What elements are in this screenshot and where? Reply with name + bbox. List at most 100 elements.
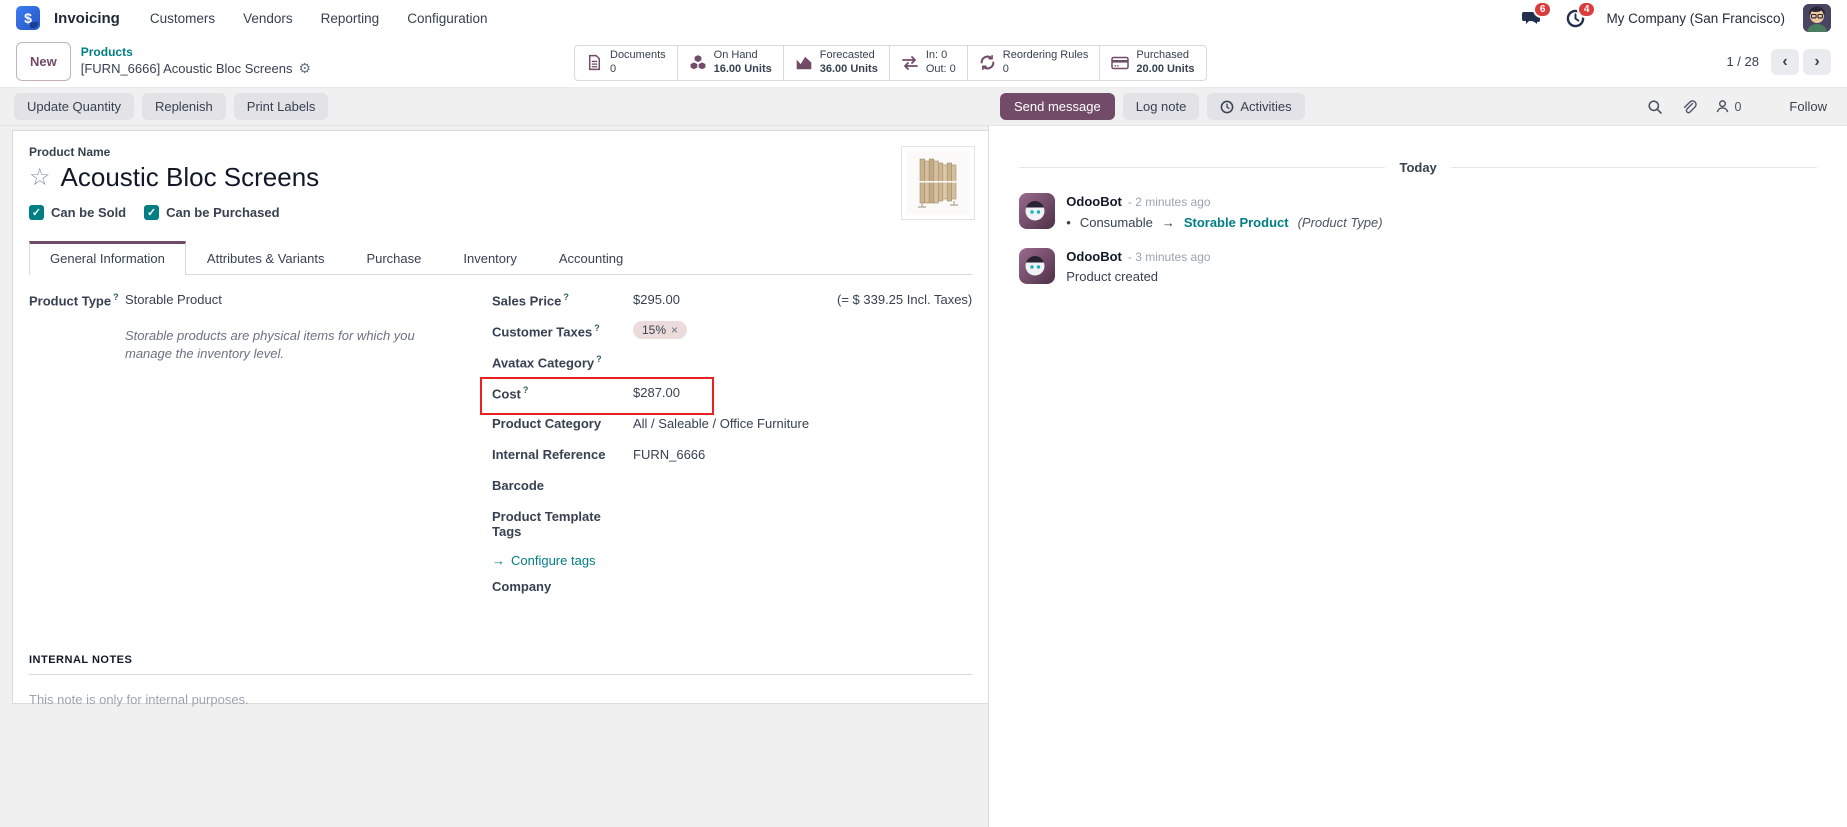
pager-value[interactable]: 1 / 28 [1726, 54, 1759, 69]
message-time: - 3 minutes ago [1128, 250, 1211, 264]
replenish-button[interactable]: Replenish [142, 93, 226, 120]
tracking-change: • Consumable → Storable Product (Product… [1066, 215, 1382, 230]
customer-taxes-label: Customer Taxes? [492, 323, 633, 339]
date-divider-label: Today [1399, 160, 1436, 175]
app-name[interactable]: Invoicing [54, 10, 120, 27]
chevron-left-icon: ‹ [1782, 53, 1787, 71]
tab-accounting[interactable]: Accounting [538, 241, 644, 275]
search-icon[interactable] [1647, 99, 1663, 115]
area-chart-icon [795, 54, 813, 72]
arrow-right-icon: → [492, 553, 505, 568]
favorite-star-icon[interactable]: ☆ [29, 166, 51, 190]
menu-configuration[interactable]: Configuration [395, 5, 499, 32]
sales-price-tax-note: (= $ 339.25 Incl. Taxes) [837, 292, 972, 307]
breadcrumb: Products [FURN_6666] Acoustic Bloc Scree… [81, 45, 311, 78]
message-author[interactable]: OdooBot [1066, 194, 1122, 209]
stat-purchased[interactable]: Purchased 20.00 Units [1099, 45, 1206, 81]
internal-reference-value[interactable]: FURN_6666 [633, 447, 705, 462]
chatter-panel: Today OdooBot - 2 minutes ago [989, 126, 1847, 827]
cubes-icon [689, 54, 707, 72]
chevron-right-icon: › [1814, 53, 1819, 71]
stat-label: On Hand [714, 49, 772, 63]
internal-notes-title: INTERNAL NOTES [29, 654, 972, 666]
stat-value: 16.00 Units [714, 63, 772, 77]
tracking-new-value: Storable Product [1184, 215, 1289, 230]
tax-tag-remove-icon[interactable]: × [671, 323, 678, 337]
message-body: Product created [1066, 269, 1210, 284]
follow-button[interactable]: Follow [1789, 99, 1827, 114]
help-icon: ? [523, 385, 529, 395]
tab-attributes-variants[interactable]: Attributes & Variants [186, 241, 346, 275]
tracking-field-name: (Product Type) [1298, 215, 1383, 230]
company-switcher[interactable]: My Company (San Francisco) [1606, 11, 1785, 26]
tab-inventory[interactable]: Inventory [442, 241, 537, 275]
notebook-tabs: General Information Attributes & Variant… [29, 240, 972, 275]
cost-value[interactable]: $287.00 [633, 385, 680, 400]
stat-forecasted[interactable]: Forecasted 36.00 Units [783, 45, 890, 81]
stat-in-value: In: 0 [926, 49, 956, 63]
activities-button[interactable]: Activities [1207, 93, 1304, 120]
internal-notes-input[interactable]: This note is only for internal purposes. [29, 692, 972, 707]
in-out-arrows-icon [901, 55, 919, 71]
product-type-label: Product Type? [29, 292, 125, 308]
message-time: - 2 minutes ago [1128, 195, 1211, 209]
can-be-sold-checkbox[interactable]: ✓ [29, 205, 44, 220]
breadcrumb-products-link[interactable]: Products [81, 45, 311, 60]
print-labels-button[interactable]: Print Labels [234, 93, 329, 120]
configure-tags-link[interactable]: → Configure tags [492, 553, 596, 568]
tab-purchase[interactable]: Purchase [345, 241, 442, 275]
help-icon: ? [113, 292, 119, 302]
can-be-purchased-checkbox[interactable]: ✓ [144, 205, 159, 220]
tab-general-information[interactable]: General Information [29, 241, 186, 275]
pager-next-button[interactable]: › [1803, 49, 1831, 75]
invoicing-app-icon[interactable]: $ [16, 6, 40, 30]
avatax-category-label: Avatax Category? [492, 354, 633, 370]
product-image[interactable] [901, 146, 975, 220]
stat-reordering-rules[interactable]: Reordering Rules 0 [967, 45, 1101, 81]
stat-in-out[interactable]: In: 0 Out: 0 [889, 45, 968, 81]
log-note-button[interactable]: Log note [1123, 93, 1200, 120]
gear-icon[interactable]: ⚙ [298, 60, 311, 78]
top-navbar: $ Invoicing Customers Vendors Reporting … [0, 0, 1847, 36]
stat-label: Reordering Rules [1003, 49, 1089, 63]
user-avatar[interactable] [1803, 4, 1831, 32]
customer-tax-tag[interactable]: 15% × [633, 321, 687, 339]
menu-customers[interactable]: Customers [138, 5, 227, 32]
help-icon: ? [594, 323, 600, 333]
menu-vendors[interactable]: Vendors [231, 5, 305, 32]
stat-label: Documents [610, 49, 666, 63]
cost-label: Cost? [492, 385, 633, 401]
message-author[interactable]: OdooBot [1066, 249, 1122, 264]
clock-icon [1220, 100, 1234, 114]
product-category-value[interactable]: All / Saleable / Office Furniture [633, 416, 809, 431]
send-message-button[interactable]: Send message [1000, 93, 1115, 120]
product-type-value[interactable]: Storable Product [125, 292, 222, 307]
messages-icon[interactable]: 6 [1518, 7, 1544, 29]
configure-tags-label: Configure tags [511, 553, 596, 568]
help-icon: ? [563, 292, 569, 302]
sales-price-value[interactable]: $295.00 [633, 292, 680, 307]
tax-tag-value: 15% [642, 323, 666, 337]
product-category-label: Product Category [492, 416, 633, 431]
odoobot-avatar [1019, 248, 1055, 284]
update-quantity-button[interactable]: Update Quantity [14, 93, 134, 120]
arrow-right-icon: → [1162, 215, 1175, 230]
stat-button-group: Documents 0 On Hand 16.00 Units Forecast… [574, 45, 1207, 81]
stat-on-hand[interactable]: On Hand 16.00 Units [677, 45, 784, 81]
product-name-input[interactable]: Acoustic Bloc Screens [61, 162, 320, 193]
bullet-icon: • [1066, 215, 1071, 230]
messages-badge: 6 [1533, 1, 1553, 18]
attachment-icon[interactable] [1681, 99, 1697, 115]
activities-clock-icon[interactable]: 4 [1562, 7, 1588, 29]
internal-notes-divider [29, 674, 972, 675]
followers-button[interactable]: 0 [1715, 99, 1741, 114]
person-icon [1715, 99, 1730, 114]
stat-value: 0 [610, 63, 666, 77]
stat-documents[interactable]: Documents 0 [574, 45, 678, 81]
status-bar: Update Quantity Replenish Print Labels S… [0, 88, 1847, 126]
pager-previous-button[interactable]: ‹ [1771, 49, 1799, 75]
chatter-message: OdooBot - 2 minutes ago • Consumable → S… [1019, 193, 1817, 230]
activities-button-label: Activities [1240, 99, 1291, 114]
menu-reporting[interactable]: Reporting [309, 5, 392, 32]
new-button[interactable]: New [16, 42, 71, 81]
